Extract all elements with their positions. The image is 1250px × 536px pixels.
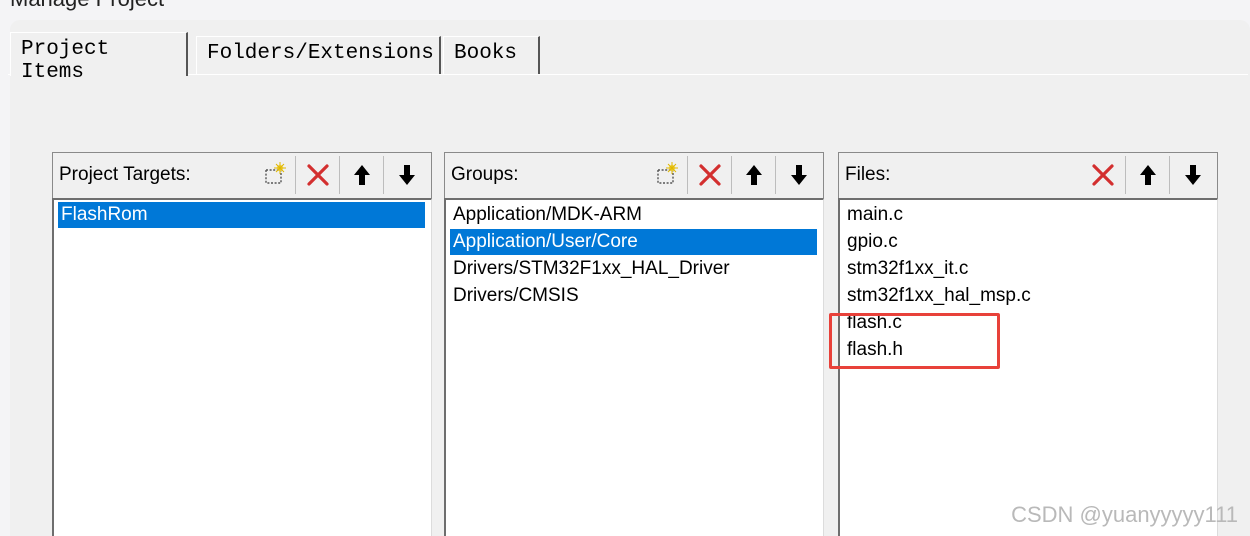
- tab-folders-extensions[interactable]: Folders/Extensions: [196, 36, 441, 74]
- move-down-icon: [1184, 165, 1201, 185]
- window-title-strip: Manage Project: [0, 0, 1250, 20]
- groups-panel: Groups: Application/MDK-ARM Application/…: [444, 152, 824, 536]
- move-down-icon: [790, 165, 807, 185]
- file-item[interactable]: main.c: [844, 202, 1211, 228]
- move-file-up-button[interactable]: [1125, 156, 1169, 194]
- files-panel: Files: main.c gpio.c stm32f1xx_it.c stm3…: [838, 152, 1218, 536]
- delete-icon: [1092, 164, 1114, 186]
- tab-project-items[interactable]: Project Items: [10, 32, 188, 84]
- tab-label: Books: [454, 42, 518, 65]
- move-file-down-button[interactable]: [1169, 156, 1215, 194]
- new-icon: [265, 162, 286, 184]
- move-up-icon: [353, 165, 370, 185]
- move-group-up-button[interactable]: [731, 156, 775, 194]
- files-list[interactable]: main.c gpio.c stm32f1xx_it.c stm32f1xx_h…: [838, 198, 1218, 536]
- file-item[interactable]: gpio.c: [844, 229, 1211, 255]
- tab-books[interactable]: Books: [443, 36, 540, 74]
- new-target-button[interactable]: [253, 156, 295, 194]
- delete-icon: [698, 164, 721, 186]
- new-group-button[interactable]: [645, 156, 687, 194]
- tab-divider: [8, 74, 1248, 75]
- groups-header: Groups:: [444, 152, 824, 198]
- move-down-icon: [398, 165, 415, 185]
- groups-label: Groups:: [451, 164, 519, 185]
- move-target-down-button[interactable]: [383, 156, 429, 194]
- target-item-flashrom[interactable]: FlashRom: [58, 202, 425, 228]
- delete-group-button[interactable]: [687, 156, 731, 194]
- group-item[interactable]: Drivers/CMSIS: [450, 283, 817, 309]
- window-title: Manage Project: [10, 0, 164, 12]
- move-up-icon: [745, 165, 762, 185]
- move-target-up-button[interactable]: [339, 156, 383, 194]
- files-header: Files:: [838, 152, 1218, 198]
- move-group-down-button[interactable]: [775, 156, 821, 194]
- files-label: Files:: [845, 164, 891, 185]
- watermark: CSDN @yuanyyyyy111: [1011, 502, 1238, 527]
- move-up-icon: [1139, 165, 1156, 185]
- new-icon: [657, 162, 678, 184]
- file-item[interactable]: stm32f1xx_it.c: [844, 256, 1211, 282]
- group-item[interactable]: Application/User/Core: [450, 229, 817, 255]
- group-item[interactable]: Drivers/STM32F1xx_HAL_Driver: [450, 256, 817, 282]
- file-item[interactable]: flash.h: [844, 337, 1211, 363]
- tab-label: Folders/Extensions: [207, 42, 434, 65]
- file-item[interactable]: stm32f1xx_hal_msp.c: [844, 283, 1211, 309]
- delete-target-button[interactable]: [295, 156, 339, 194]
- project-targets-list[interactable]: FlashRom: [52, 198, 432, 536]
- delete-file-button[interactable]: [1081, 156, 1125, 194]
- project-targets-header: Project Targets:: [52, 152, 432, 198]
- group-item[interactable]: Application/MDK-ARM: [450, 202, 817, 228]
- project-targets-panel: Project Targets: FlashRom: [52, 152, 432, 536]
- project-targets-label: Project Targets:: [59, 164, 191, 185]
- delete-icon: [306, 164, 329, 186]
- groups-list[interactable]: Application/MDK-ARM Application/User/Cor…: [444, 198, 824, 536]
- file-item[interactable]: flash.c: [844, 310, 1211, 336]
